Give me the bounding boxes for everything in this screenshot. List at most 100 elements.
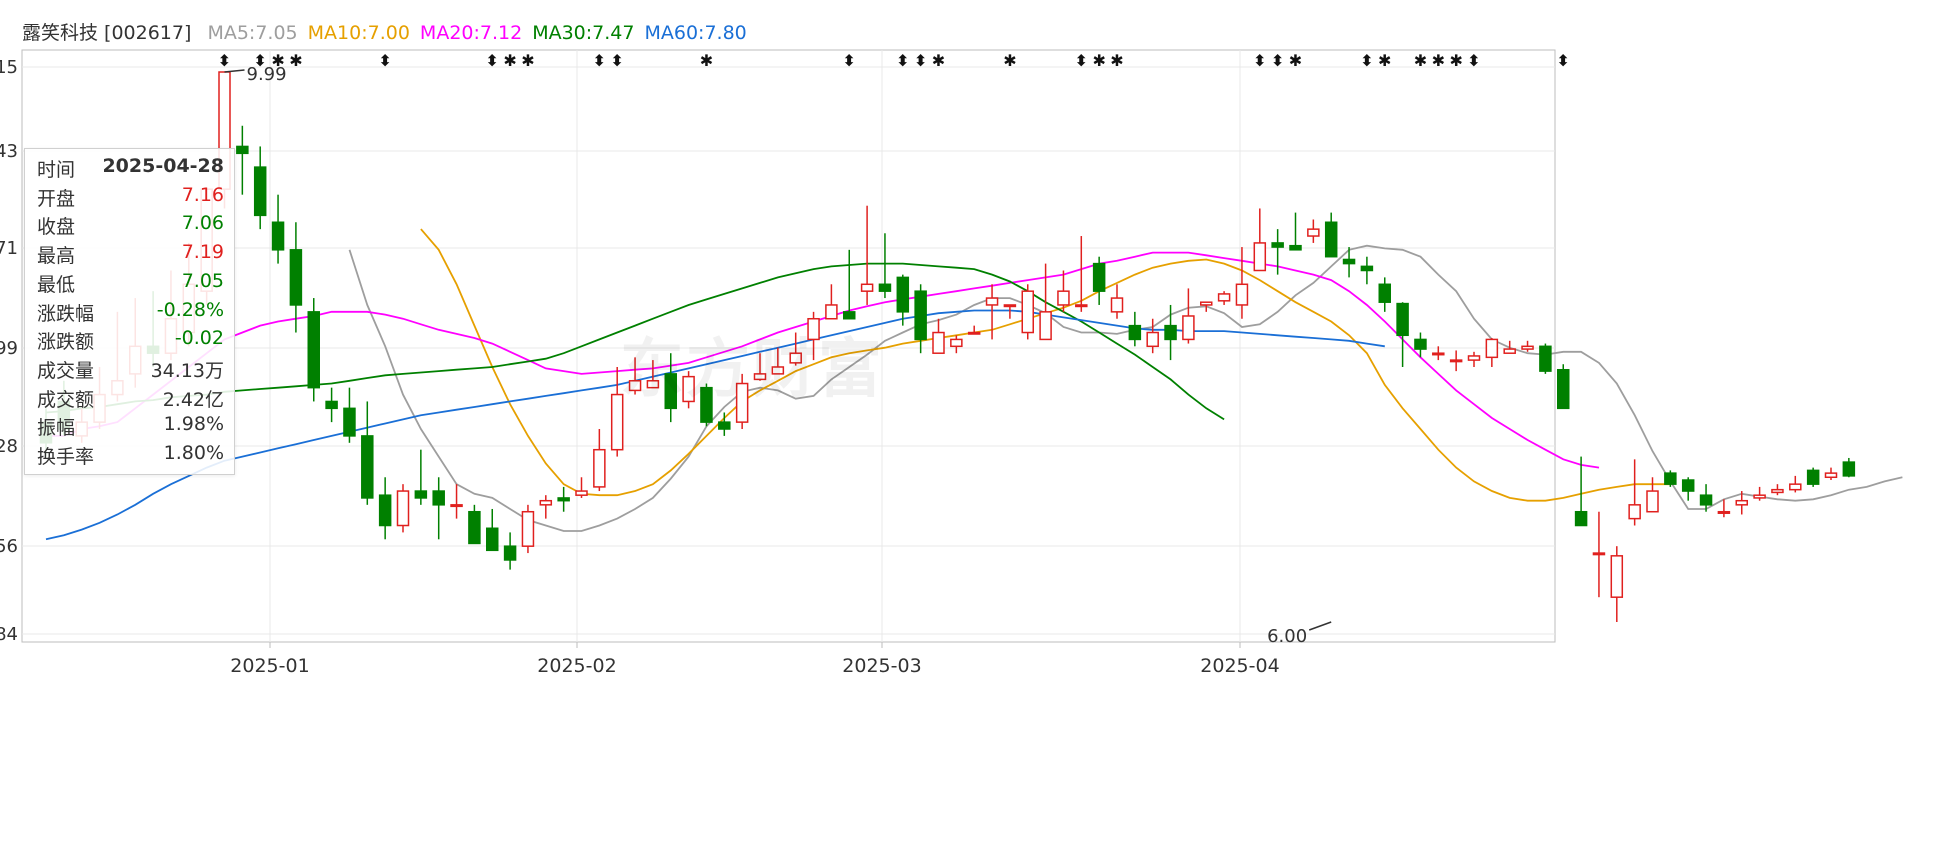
event-marker-icon: ⬍ [1467, 51, 1480, 70]
candle-down [432, 490, 445, 506]
candle-up [1449, 359, 1463, 363]
candle-up [1182, 315, 1195, 341]
tooltip-label: 涨跌额 [37, 331, 95, 354]
tooltip-row: 时间 2025-04-28 [37, 155, 224, 183]
candle-up [1057, 290, 1070, 306]
ma-legend-ma30: MA30:7.47 [532, 22, 635, 44]
event-marker-icon: ⬍ [593, 51, 606, 70]
stock-title: 露笑科技 [002617] [22, 22, 192, 44]
event-marker-icon: ✱ [1092, 51, 1105, 70]
ma-legend-ma5: MA5:7.05 [207, 22, 298, 44]
x-tick-label: 2025-01 [230, 655, 309, 677]
x-tick-label: 2025-04 [1200, 655, 1279, 677]
tooltip-label: 成交量 [37, 359, 95, 382]
y-tick-label: 56 [0, 536, 18, 557]
candle-down [468, 510, 481, 545]
event-marker-icon: ⬍ [253, 51, 266, 70]
tooltip-label: 最低 [37, 273, 76, 296]
event-marker-icon: ✱ [271, 51, 284, 70]
candle-up [1039, 311, 1052, 341]
y-tick-label: 43 [0, 141, 18, 162]
tooltip-value: -0.02 [174, 327, 224, 350]
tooltip-row: 换手率 1.80% [37, 442, 224, 470]
candle-down [1360, 265, 1374, 272]
min-label: 6.00 [1267, 626, 1307, 647]
candle-up [396, 490, 410, 527]
candle-down [1128, 324, 1142, 341]
tooltip-label: 开盘 [37, 187, 76, 210]
tooltip-row: 振幅 1.98% [37, 413, 224, 441]
candle-up [1217, 293, 1231, 302]
candle-down [236, 145, 249, 155]
candle-up [1771, 488, 1784, 494]
tooltip-row: 成交额 2.42亿 [37, 385, 224, 413]
candle-down [378, 494, 392, 527]
candle-down [361, 435, 374, 499]
candle-down [325, 400, 338, 410]
candle-down [307, 311, 320, 389]
tooltip-row: 收盘 7.06 [37, 212, 224, 240]
event-marker-icon: ⬍ [896, 51, 909, 70]
candle-up [1789, 483, 1802, 491]
candle-down [878, 283, 892, 292]
candle-up [950, 338, 963, 348]
candle-down [1557, 368, 1570, 410]
ma-legend-ma60: MA60:7.80 [644, 22, 747, 44]
candle-up [1717, 510, 1731, 514]
candle-up [1235, 283, 1249, 306]
candle-up [1646, 490, 1659, 513]
candle-up [1521, 345, 1534, 350]
data-tooltip: 时间 2025-04-28 开盘 7.16 收盘 7.06 最高 7.19 最低 7.05 涨跌幅 -… [24, 148, 235, 475]
candle-up [1432, 352, 1445, 356]
candle-up [1200, 301, 1213, 306]
candle-down [718, 421, 731, 430]
event-marker-icon: ⬍ [1271, 51, 1284, 70]
candle-up [860, 283, 874, 292]
y-tick-label: 28 [0, 436, 18, 457]
candlestick-chart: 15 43 71 99 28 56 84 2025-01 2025-02 2025-03 2025-… [0, 49, 1903, 677]
candle-down [1342, 258, 1356, 265]
candle-down [1574, 510, 1588, 527]
candle-up [1467, 355, 1481, 361]
min-pointer [1308, 621, 1332, 631]
event-marker-icon: ✱ [1378, 51, 1391, 70]
ma-legend-ma20: MA20:7.12 [419, 22, 523, 44]
candle-down [1092, 262, 1106, 292]
candle-down [1324, 221, 1338, 258]
event-marker-icon: ⬍ [1360, 51, 1373, 70]
candle-down [1164, 324, 1177, 341]
event-marker-icon: ⬍ [914, 51, 927, 70]
tooltip-value: 7.19 [181, 241, 224, 264]
candle-up [593, 448, 606, 488]
event-marker-icon: ✱ [1289, 51, 1302, 70]
event-marker-icon: ✱ [1414, 51, 1427, 70]
candle-down [1806, 469, 1820, 485]
candle-down [289, 249, 303, 306]
candle-up [932, 331, 945, 354]
event-marker-icon: ⬍ [1075, 51, 1088, 70]
candle-down [1289, 244, 1302, 251]
event-marker-icon: ✱ [1432, 51, 1445, 70]
candle-up [539, 499, 553, 506]
event-marker-icon: ✱ [932, 51, 945, 70]
candle-up [1253, 242, 1267, 272]
tooltip-row: 最高 7.19 [37, 241, 224, 269]
candle-down [1414, 338, 1427, 350]
ma-legend-ma10: MA10:7.00 [307, 22, 410, 44]
tooltip-value: 7.16 [181, 183, 224, 206]
event-marker-icon: ⬍ [843, 51, 856, 70]
chart-header: 露笑科技 [002617] MA5:7.05 MA10:7.00 MA20:7.12… [22, 18, 767, 45]
tooltip-row: 涨跌幅 -0.28% [37, 299, 224, 327]
tooltip-label: 收盘 [37, 216, 76, 239]
candle-up [1628, 504, 1641, 520]
candle-down [1396, 302, 1409, 337]
tooltip-label: 最高 [37, 245, 76, 268]
candle-up [967, 331, 981, 335]
tooltip-label: 成交额 [37, 388, 95, 411]
candle-down [1271, 242, 1284, 248]
candle-down [914, 290, 927, 341]
event-marker-icon: ⬍ [486, 51, 499, 70]
candle-down [343, 407, 356, 437]
ma-line-ma5 [348, 244, 1903, 532]
event-marker-icon: ✱ [700, 51, 713, 70]
